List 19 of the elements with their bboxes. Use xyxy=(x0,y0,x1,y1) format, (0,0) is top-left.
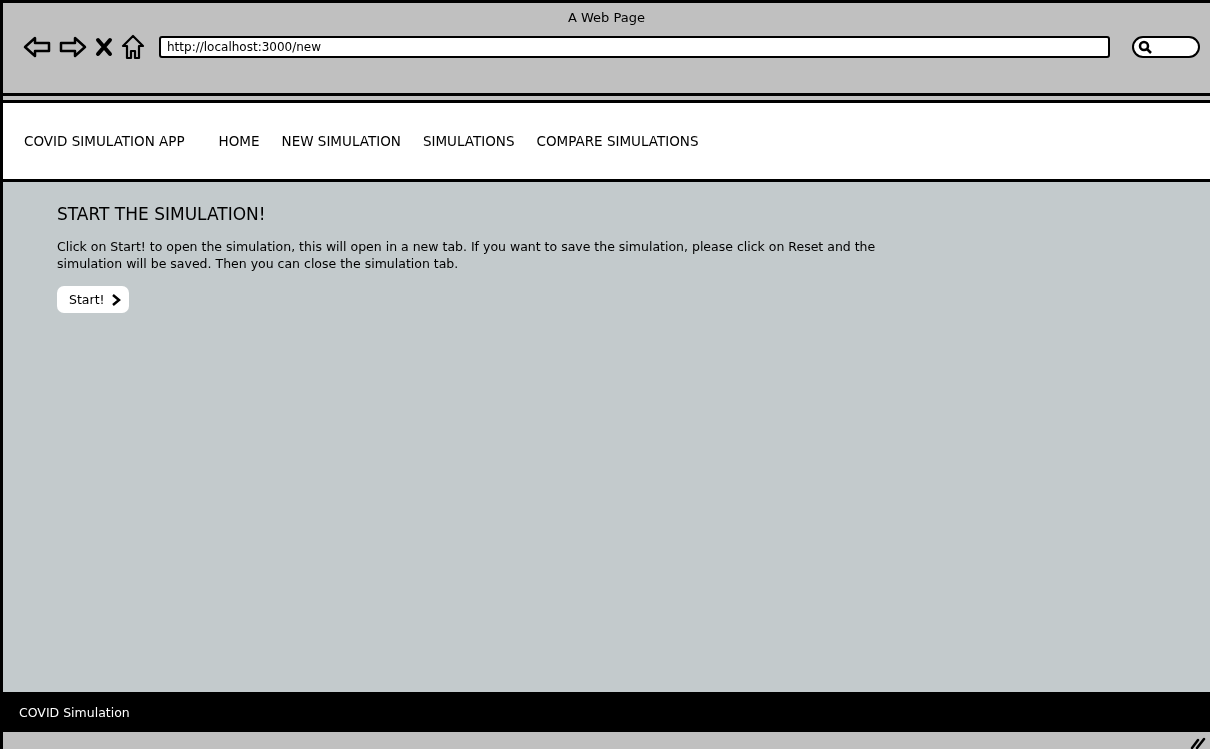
footer-text: COVID Simulation xyxy=(19,704,130,720)
window-title: A Web Page xyxy=(567,9,646,27)
forward-arrow-icon[interactable] xyxy=(59,35,87,59)
home-icon[interactable] xyxy=(121,34,145,60)
back-arrow-icon[interactable] xyxy=(23,35,51,59)
close-icon[interactable] xyxy=(95,37,113,57)
page-heading: START THE SIMULATION! xyxy=(57,204,267,224)
start-button[interactable]: Start! xyxy=(57,286,129,313)
nav-link[interactable]: HOME xyxy=(218,133,260,149)
address-bar[interactable]: http://localhost:3000/new xyxy=(159,36,1110,58)
app-brand[interactable]: COVID SIMULATION APP xyxy=(24,133,185,149)
instructions-text: Click on Start! to open the simulation, this will open in a new tab. If you want to save the simulation, please click on Reset and the simulation will be saved. Then you can close the simulation tab. xyxy=(57,238,877,272)
resize-handle-icon[interactable] xyxy=(1190,735,1206,749)
search-icon xyxy=(1138,40,1152,54)
search-field[interactable] xyxy=(1132,36,1200,58)
chevron-right-icon xyxy=(110,292,121,307)
nav-link[interactable]: SIMULATIONS xyxy=(422,133,515,149)
nav-link[interactable]: COMPARE SIMULATIONS xyxy=(536,133,699,149)
nav-link[interactable]: NEW SIMULATION xyxy=(281,133,401,149)
